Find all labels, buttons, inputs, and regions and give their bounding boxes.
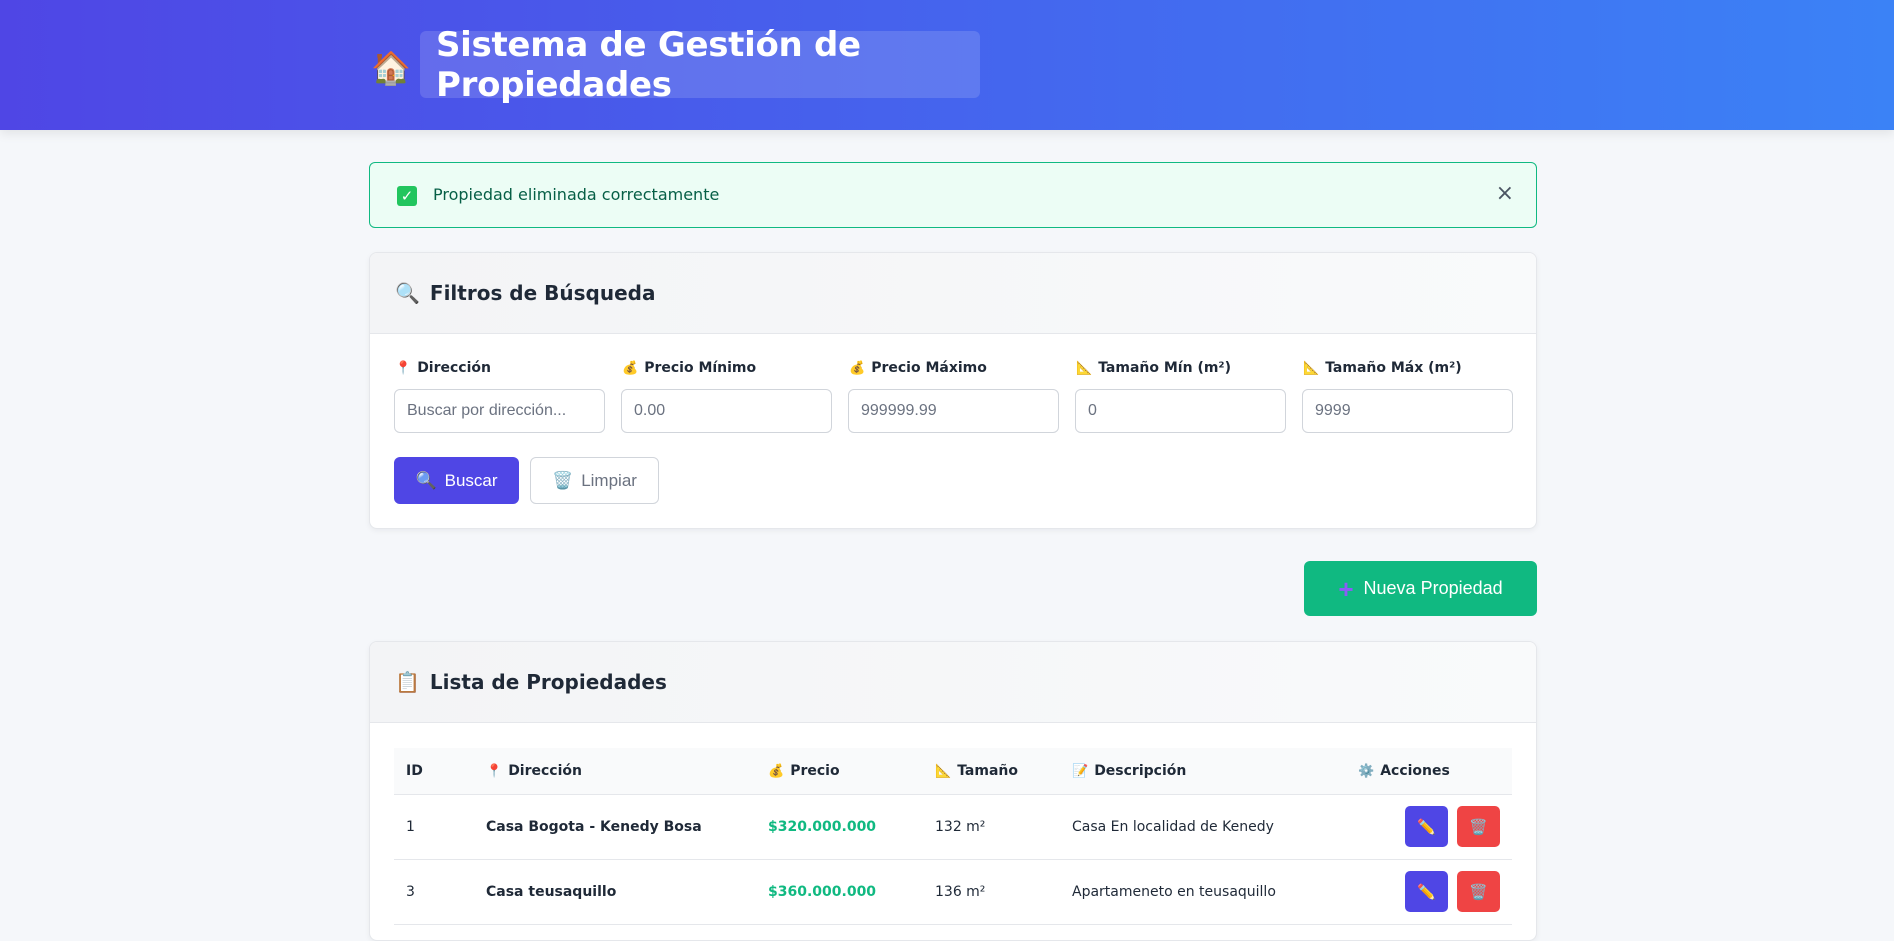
- label-tamano-max: 📐 Tamaño Máx (m²): [1303, 360, 1462, 376]
- house-icon: 🏠: [371, 49, 411, 87]
- money-bag-icon: 💰: [768, 763, 785, 779]
- direccion-input[interactable]: [394, 389, 605, 433]
- table-row: 3 Casa teusaquillo $360.000.000 136 m² A…: [394, 859, 1512, 925]
- label-tamano-min: 📐 Tamaño Mín (m²): [1076, 360, 1231, 376]
- cell-price: $320.000.000: [756, 794, 923, 860]
- edit-button[interactable]: ✏️: [1405, 806, 1448, 847]
- col-precio: 💰 Precio: [756, 748, 923, 795]
- col-tamano: 📐 Tamaño: [923, 748, 1060, 795]
- pencil-icon: ✏️: [1417, 883, 1436, 901]
- delete-button[interactable]: 🗑️: [1457, 806, 1500, 847]
- search-icon: 🔍: [395, 281, 420, 305]
- clear-button[interactable]: 🗑️ Limpiar: [530, 457, 659, 504]
- cell-price: $360.000.000: [756, 859, 923, 925]
- list-header: 📋 Lista de Propiedades: [370, 642, 1536, 723]
- plus-icon: +: [1338, 573, 1354, 604]
- cell-id: 3: [394, 859, 474, 925]
- col-direccion: 📍 Dirección: [474, 748, 756, 795]
- cell-id: 1: [394, 794, 474, 860]
- cell-address: Casa Bogota - Kenedy Bosa: [474, 794, 756, 860]
- alert-message: Propiedad eliminada correctamente: [433, 185, 720, 204]
- money-bag-icon: 💰: [622, 361, 639, 376]
- filters-title: Filtros de Búsqueda: [429, 281, 656, 305]
- page-header: 🏠 Sistema de Gestión de Propiedades: [0, 0, 1894, 130]
- ruler-icon: 📐: [1303, 361, 1320, 376]
- page-title-box: Sistema de Gestión de Propiedades: [420, 25, 980, 105]
- col-id: ID: [394, 748, 474, 795]
- properties-table: ID 📍 Dirección 💰 Precio 📐 Tamaño 📝 Descripci…: [394, 748, 1512, 925]
- ruler-icon: 📐: [935, 763, 952, 779]
- trash-icon: 🗑️: [1469, 883, 1488, 901]
- close-icon[interactable]: ×: [1496, 181, 1514, 206]
- table-header-row: ID 📍 Dirección 💰 Precio 📐 Tamaño 📝 Descripci…: [394, 748, 1512, 795]
- filters-header: 🔍 Filtros de Búsqueda: [370, 253, 1536, 334]
- cell-size: 136 m²: [923, 859, 1060, 925]
- cell-actions: ✏️ 🗑️: [1346, 794, 1512, 860]
- cell-address: Casa teusaquillo: [474, 859, 756, 925]
- precio-max-input[interactable]: [848, 389, 1059, 433]
- edit-button[interactable]: ✏️: [1405, 871, 1448, 912]
- gear-icon: ⚙️: [1358, 763, 1375, 779]
- memo-icon: 📝: [1072, 763, 1089, 779]
- delete-button[interactable]: 🗑️: [1457, 871, 1500, 912]
- cell-description: Apartameneto en teusaquillo: [1060, 859, 1346, 925]
- col-acciones: ⚙️ Acciones: [1346, 748, 1512, 795]
- tamano-max-input[interactable]: [1302, 389, 1513, 433]
- new-property-button[interactable]: + Nueva Propiedad: [1304, 561, 1537, 616]
- trash-icon: 🗑️: [552, 470, 574, 490]
- filters-card: 🔍 Filtros de Búsqueda 📍 Dirección 💰 Precio…: [369, 252, 1537, 529]
- cell-description: Casa En localidad de Kenedy: [1060, 794, 1346, 860]
- property-list-card: 📋 Lista de Propiedades ID 📍 Dirección 💰 Pr…: [369, 641, 1537, 941]
- precio-min-input[interactable]: [621, 389, 832, 433]
- label-precio-max: 💰 Precio Máximo: [849, 360, 987, 376]
- pin-icon: 📍: [486, 763, 503, 779]
- page-title: Sistema de Gestión de Propiedades: [436, 24, 861, 105]
- pencil-icon: ✏️: [1417, 818, 1436, 836]
- search-button[interactable]: 🔍 Buscar: [394, 457, 519, 504]
- trash-icon: 🗑️: [1469, 818, 1488, 836]
- money-bag-icon: 💰: [849, 361, 866, 376]
- list-title: Lista de Propiedades: [429, 670, 667, 694]
- clipboard-icon: 📋: [395, 670, 420, 694]
- cell-actions: ✏️ 🗑️: [1346, 859, 1512, 925]
- success-alert: ✓ Propiedad eliminada correctamente ×: [369, 162, 1537, 228]
- pin-icon: 📍: [395, 361, 412, 376]
- search-icon: 🔍: [415, 470, 437, 490]
- tamano-min-input[interactable]: [1075, 389, 1286, 433]
- table-row: 1 Casa Bogota - Kenedy Bosa $320.000.000…: [394, 794, 1512, 860]
- col-descripcion: 📝 Descripción: [1060, 748, 1346, 795]
- label-precio-min: 💰 Precio Mínimo: [622, 360, 757, 376]
- label-direccion: 📍 Dirección: [395, 360, 491, 376]
- ruler-icon: 📐: [1076, 361, 1093, 376]
- cell-size: 132 m²: [923, 794, 1060, 860]
- check-icon: ✓: [397, 186, 417, 206]
